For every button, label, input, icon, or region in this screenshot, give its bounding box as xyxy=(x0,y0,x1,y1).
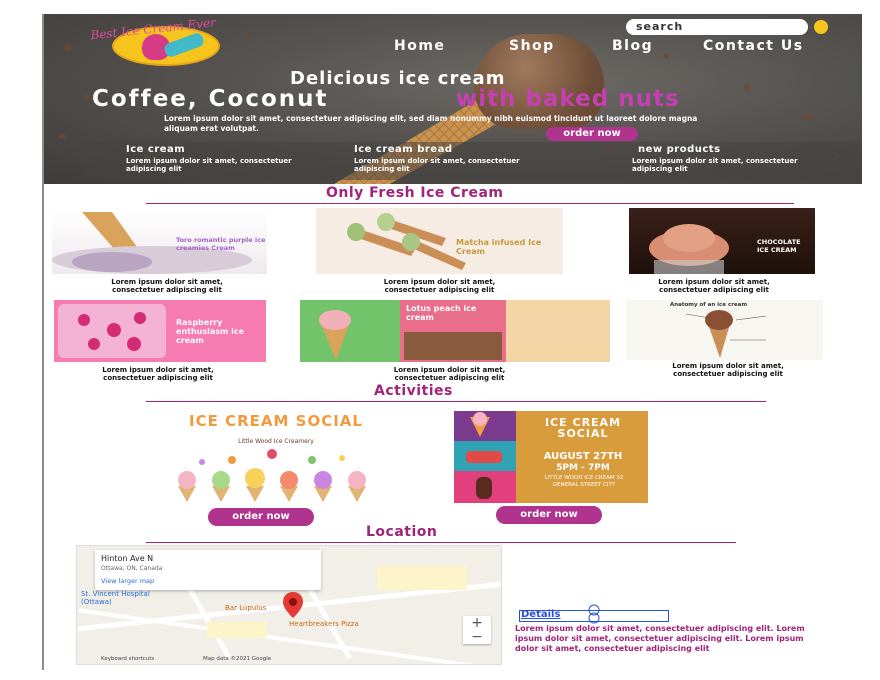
product-card-image[interactable]: Anatomy of an ice cream xyxy=(626,300,823,360)
poster-time: 5PM - 7PM xyxy=(556,463,610,473)
map-place: Hinton Ave N xyxy=(101,554,154,563)
details-label: Details xyxy=(521,609,561,620)
product-caption: Lorem ipsum dolor sit amet, consectetuer… xyxy=(111,278,223,294)
section-title-fresh: Only Fresh Ice Cream xyxy=(326,185,504,201)
section-title-location: Location xyxy=(366,524,438,540)
poster-venue: LITTLE WOOD ICE CREAM 32 GENERAL STREET … xyxy=(544,475,624,488)
product-image-text: Matcha infused Ice Cream xyxy=(456,238,542,256)
ice-cream-diagram-icon xyxy=(685,310,767,358)
activity-poster-right[interactable]: ICE CREAM SOCIAL AUGUST 27TH 5PM - 7PM L… xyxy=(454,411,648,503)
search-icon[interactable] xyxy=(814,20,828,34)
nav-blog[interactable]: Blog xyxy=(612,38,653,54)
map-info-card: Hinton Ave N Ottawa, ON, Canada View lar… xyxy=(95,550,321,590)
nav-home[interactable]: Home xyxy=(394,38,445,54)
hero-banner: Best Ice Cream Ever search Home Shop Blo… xyxy=(44,14,862,184)
page: Best Ice Cream Ever search Home Shop Blo… xyxy=(0,0,880,680)
product-image-text: Toro romantic purple ice creamies Cream xyxy=(176,236,266,252)
hero-description: Lorem ipsum dolor sit amet, consectetuer… xyxy=(164,114,698,133)
scoops-icon xyxy=(588,604,600,624)
product-caption: Lorem ipsum dolor sit amet, consectetuer… xyxy=(672,362,784,378)
features-strip: Ice cream Lorem ipsum dolor sit amet, co… xyxy=(82,142,862,180)
product-caption: Lorem ipsum dolor sit amet, consectetuer… xyxy=(102,366,214,382)
divider xyxy=(146,401,766,402)
product-card-image[interactable]: Toro romantic purple ice creamies Cream xyxy=(52,210,267,274)
activity-order-button-right[interactable]: order now xyxy=(496,506,602,524)
product-image-text: CHOCOLATE ICE CREAM xyxy=(757,238,801,254)
product-caption: Lorem ipsum dolor sit amet, consectetuer… xyxy=(658,278,770,294)
location-map[interactable]: Hinton Ave N Ottawa, ON, Canada View lar… xyxy=(76,545,502,665)
details-text: Lorem ipsum dolor sit amet, consectetuer… xyxy=(515,624,805,653)
product-caption: Lorem ipsum dolor sit amet, consectetuer… xyxy=(383,278,496,294)
map-view-larger-link[interactable]: View larger map xyxy=(101,577,154,585)
map-zoom-control[interactable]: + − xyxy=(463,616,491,644)
section-title-activities: Activities xyxy=(374,383,453,399)
poster-date: AUGUST 27TH xyxy=(543,451,623,462)
feature-title: Ice cream bread xyxy=(354,144,453,155)
hero-order-button[interactable]: order now xyxy=(546,127,638,141)
product-caption: Lorem ipsum dolor sit amet, consectetuer… xyxy=(393,366,506,382)
feature-text: Lorem ipsum dolor sit amet, consectetuer… xyxy=(354,157,520,173)
map-address: Ottawa, ON, Canada xyxy=(101,565,163,572)
feature-title: new products xyxy=(638,144,721,155)
product-card-image[interactable]: CHOCOLATE ICE CREAM xyxy=(629,208,815,274)
feature-text: Lorem ipsum dolor sit amet, consectetuer… xyxy=(126,157,292,173)
product-card-image[interactable]: Raspberry enthusiasm ice cream xyxy=(54,300,266,362)
product-image-text: Raspberry enthusiasm ice cream xyxy=(176,318,245,345)
product-image-text: Lotus peach ice cream xyxy=(406,304,477,322)
hero-headline: Coffee, Coconut xyxy=(92,86,329,112)
feature-text: Lorem ipsum dolor sit amet, consectetuer… xyxy=(632,157,798,173)
product-card-image[interactable]: Lotus peach ice cream xyxy=(300,300,610,362)
map-label: Heartbreakers Pizza xyxy=(289,620,359,628)
ice-cream-icons xyxy=(466,412,502,499)
activity-poster-left[interactable]: ICE CREAM SOCIAL Little Wood Ice Creamer… xyxy=(172,410,378,506)
divider xyxy=(146,203,794,204)
map-label: St. Vincent Hospital (Ottawa) xyxy=(81,590,150,606)
nav-contact-us[interactable]: Contact Us xyxy=(703,38,804,54)
activity-order-button-left[interactable]: order now xyxy=(208,508,314,526)
map-pin-icon xyxy=(283,592,303,618)
map-label: Bar Lupulus xyxy=(225,604,267,612)
divider xyxy=(146,542,736,543)
cones-illustration xyxy=(178,449,366,502)
search-input[interactable]: search xyxy=(626,19,808,35)
popsicle-icon xyxy=(162,31,206,59)
hero-headline-accent: with baked nuts xyxy=(456,86,680,112)
nav-shop[interactable]: Shop xyxy=(509,38,555,54)
product-image-text: Anatomy of an ice cream xyxy=(670,302,748,308)
feature-title: Ice cream xyxy=(126,144,186,155)
poster-title: ICE CREAM SOCIAL xyxy=(544,416,622,440)
map-label: Map data ©2021 Google xyxy=(203,656,272,662)
map-label: Keyboard shortcuts xyxy=(101,656,155,662)
product-card-image[interactable]: Matcha infused Ice Cream xyxy=(316,208,563,274)
